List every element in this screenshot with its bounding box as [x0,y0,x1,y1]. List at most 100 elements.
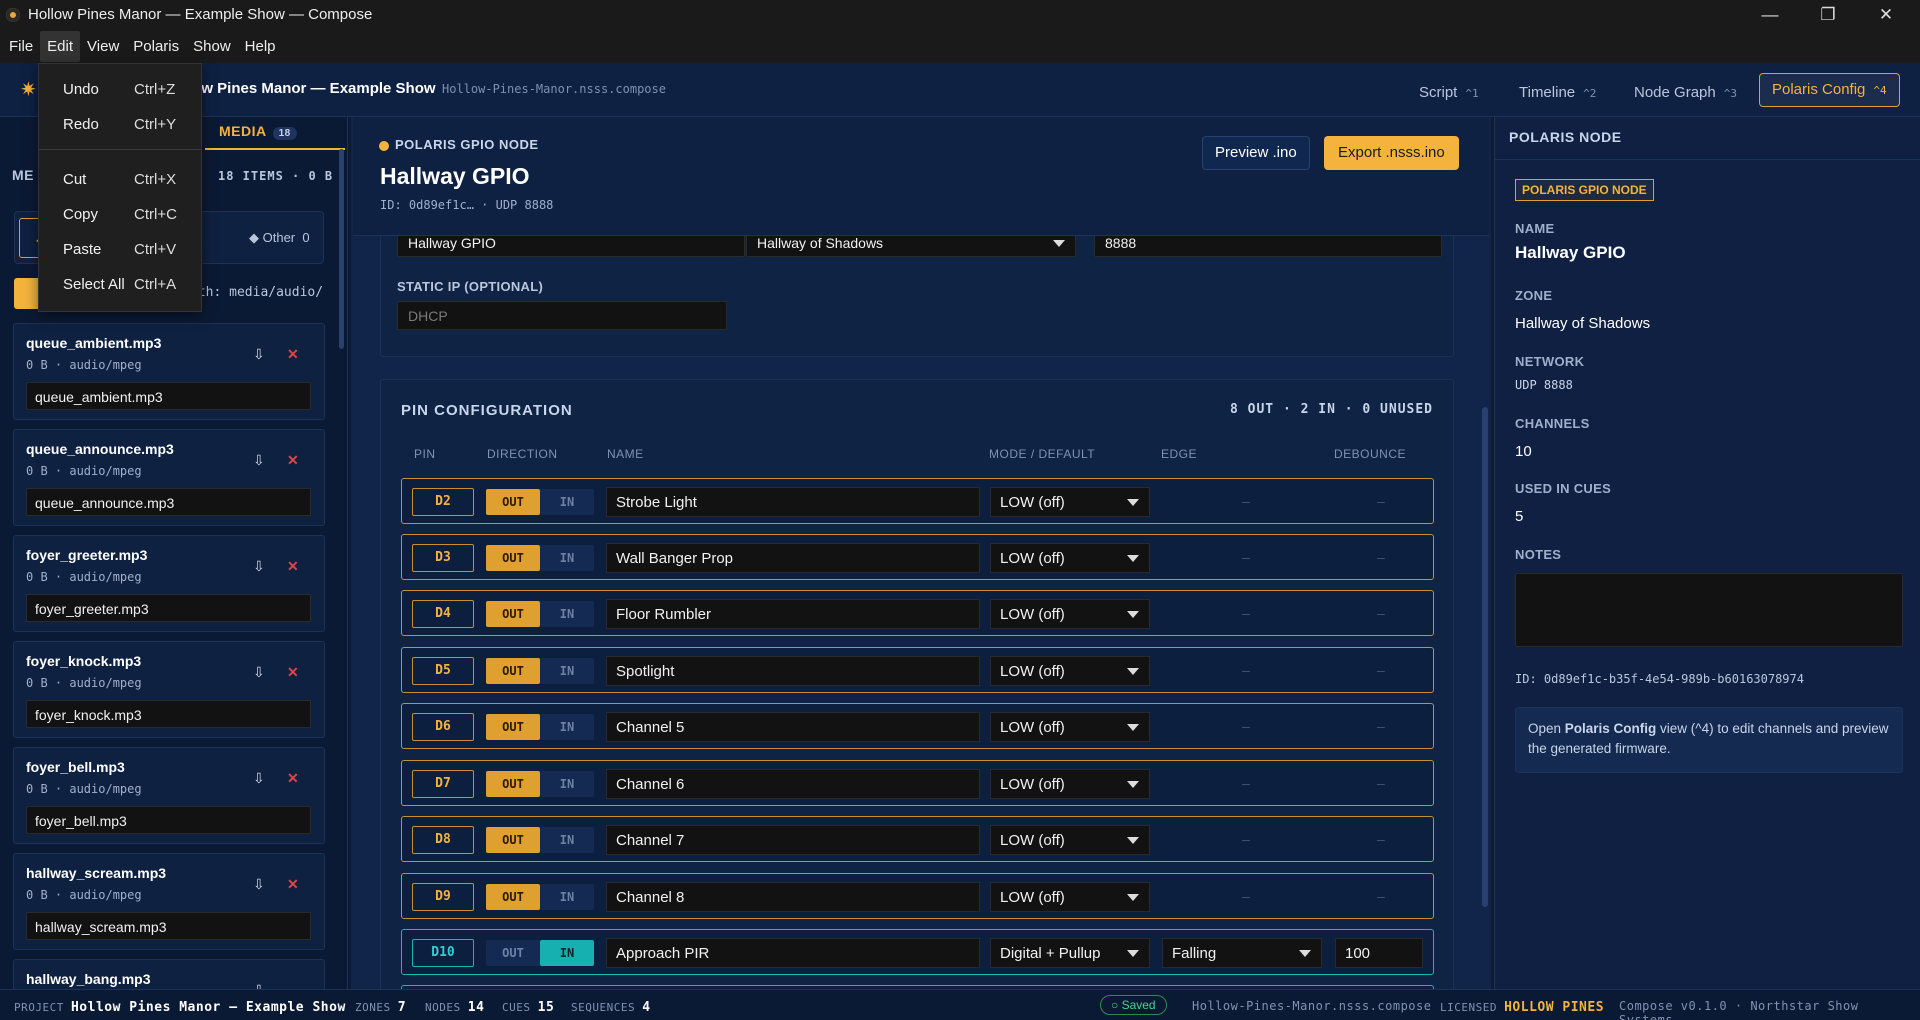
mode-select[interactable]: LOW (off) [990,712,1150,742]
cues-label: CUES [502,1001,531,1014]
active-tab-indicator [205,148,345,150]
menu-view[interactable]: View [80,31,126,62]
mode-select[interactable]: LOW (off) [990,882,1150,912]
mode-select[interactable]: LOW (off) [990,769,1150,799]
menu-show[interactable]: Show [186,31,238,62]
list-item[interactable]: hallway_scream.mp3 0 B · audio/mpeg hall… [13,853,325,950]
close-window-button[interactable]: ✕ [1857,0,1915,29]
tab-node-graph[interactable]: Node Graph ^3 [1634,77,1737,109]
static-ip-field[interactable]: DHCP [397,301,727,330]
debounce-field[interactable]: 100 [1335,938,1423,968]
download-icon[interactable]: ⇩ [253,876,265,893]
sidebar-scrollbar[interactable] [339,149,344,349]
direction-out-button[interactable]: OUT [486,601,540,627]
pin-id: D4 [412,600,474,628]
tab-polaris-config[interactable]: Polaris Config ^4 [1759,73,1900,107]
direction-out-button[interactable]: OUT [486,827,540,853]
tab-timeline[interactable]: Timeline ^2 [1519,77,1596,109]
media-file-field[interactable]: foyer_greeter.mp3 [26,594,311,622]
main-scrollbar[interactable] [1482,407,1488,907]
menu-help[interactable]: Help [238,31,283,62]
list-item[interactable]: foyer_bell.mp3 0 B · audio/mpeg foyer_be… [13,747,325,844]
media-file-field[interactable]: hallway_scream.mp3 [26,912,311,940]
media-file-field[interactable]: foyer_knock.mp3 [26,700,311,728]
project-label: PROJECT [14,1001,64,1014]
mode-select[interactable]: LOW (off) [990,656,1150,686]
list-item[interactable]: foyer_greeter.mp3 0 B · audio/mpeg foyer… [13,535,325,632]
menu-item-undo[interactable]: Undo Ctrl+Z [39,74,201,104]
direction-out-button[interactable]: OUT [486,545,540,571]
list-item[interactable]: hallway_bang.mp3 ⇩ [13,959,325,989]
export-ino-button[interactable]: Export .nsss.ino [1324,136,1459,170]
menu-polaris[interactable]: Polaris [126,31,186,62]
pin-name-field[interactable]: Wall Banger Prop [606,543,980,573]
list-item[interactable]: queue_ambient.mp3 0 B · audio/mpeg queue… [13,323,325,420]
preview-ino-button[interactable]: Preview .ino [1202,136,1310,170]
direction-in-button[interactable]: IN [540,940,594,966]
menu-item-redo[interactable]: Redo Ctrl+Y [39,109,201,139]
media-name: hallway_scream.mp3 [26,865,167,881]
download-icon[interactable]: ⇩ [253,982,265,989]
direction-out-button[interactable]: OUT [486,658,540,684]
notes-textarea[interactable] [1515,573,1903,647]
pin-id: D5 [412,657,474,685]
tab-media[interactable]: MEDIA 18 [219,123,297,140]
pin-name-field[interactable]: Channel 7 [606,825,980,855]
download-icon[interactable]: ⇩ [253,346,265,363]
direction-out-button[interactable]: OUT [486,940,540,966]
menu-item-paste[interactable]: Paste Ctrl+V [39,234,201,264]
menu-item-select-all[interactable]: Select All Ctrl+A [39,269,201,299]
remove-icon[interactable]: ✕ [287,664,299,681]
direction-out-button[interactable]: OUT [486,884,540,910]
mode-select[interactable]: LOW (off) [990,487,1150,517]
menu-edit[interactable]: Edit [40,30,81,62]
direction-in-button[interactable]: IN [540,771,594,797]
minimize-button[interactable]: — [1741,0,1799,29]
pin-name-field[interactable]: Approach PIR [606,938,980,968]
download-icon[interactable]: ⇩ [253,452,265,469]
pin-name-field[interactable]: Channel 6 [606,769,980,799]
mode-select[interactable]: LOW (off) [990,543,1150,573]
filter-other[interactable]: ◆ Other 0 [249,230,310,246]
pin-name-field[interactable]: Channel 5 [606,712,980,742]
menu-file[interactable]: File [2,31,40,62]
direction-in-button[interactable]: IN [540,545,594,571]
menu-item-cut[interactable]: Cut Ctrl+X [39,164,201,194]
pin-name-field[interactable]: Floor Rumbler [606,599,980,629]
list-item[interactable]: foyer_knock.mp3 0 B · audio/mpeg foyer_k… [13,641,325,738]
direction-out-button[interactable]: OUT [486,489,540,515]
pin-name-field[interactable]: Channel 8 [606,882,980,912]
tab-script[interactable]: Script ^1 [1419,77,1479,109]
media-file-field[interactable]: foyer_bell.mp3 [26,806,311,834]
direction-out-button[interactable]: OUT [486,771,540,797]
direction-in-button[interactable]: IN [540,658,594,684]
mode-select[interactable]: Digital + Pullup [990,938,1150,968]
download-icon[interactable]: ⇩ [253,664,265,681]
remove-icon[interactable]: ✕ [287,452,299,469]
direction-toggle: OUT IN [486,489,594,515]
direction-in-button[interactable]: IN [540,601,594,627]
download-icon[interactable]: ⇩ [253,770,265,787]
maximize-button[interactable]: ❐ [1799,0,1857,29]
mode-select[interactable]: LOW (off) [990,599,1150,629]
list-item[interactable]: queue_announce.mp3 0 B · audio/mpeg queu… [13,429,325,526]
direction-in-button[interactable]: IN [540,489,594,515]
direction-in-button[interactable]: IN [540,827,594,853]
remove-icon[interactable]: ✕ [287,346,299,363]
media-file-field[interactable]: queue_ambient.mp3 [26,382,311,410]
remove-icon[interactable]: ✕ [287,558,299,575]
remove-icon[interactable]: ✕ [287,876,299,893]
node-id: ID: 0d89ef1c… · UDP 8888 [380,198,554,212]
direction-in-button[interactable]: IN [540,884,594,910]
remove-icon[interactable]: ✕ [287,770,299,787]
download-icon[interactable]: ⇩ [253,558,265,575]
pin-name-field[interactable]: Strobe Light [606,487,980,517]
edge-select[interactable]: Falling [1162,938,1322,968]
media-file-field[interactable]: queue_announce.mp3 [26,488,311,516]
pin-name-field[interactable]: Spotlight [606,656,980,686]
menu-item-copy[interactable]: Copy Ctrl+C [39,199,201,229]
direction-in-button[interactable]: IN [540,714,594,740]
pin-id: D10 [412,939,474,967]
mode-select[interactable]: LOW (off) [990,825,1150,855]
direction-out-button[interactable]: OUT [486,714,540,740]
